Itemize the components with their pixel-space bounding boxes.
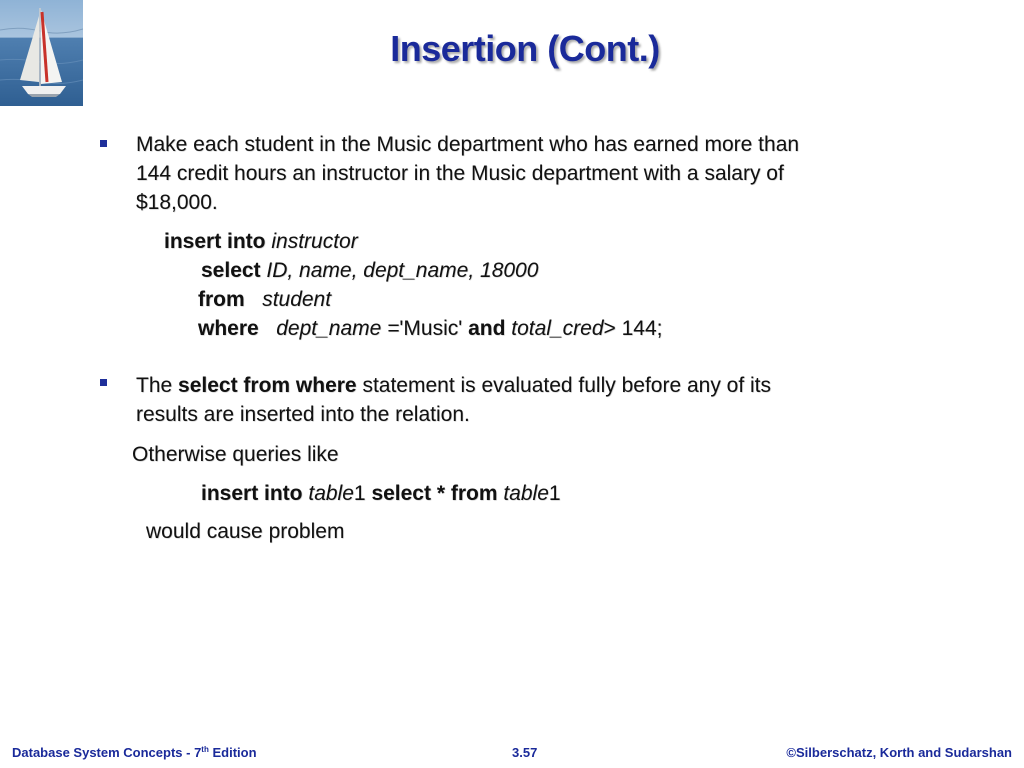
keyword-from: from xyxy=(198,288,245,311)
relation-instructor: instructor xyxy=(271,230,358,253)
attr-dept-name: dept_name = xyxy=(276,317,400,340)
bullet-1-text: Make each student in the Music departmen… xyxy=(136,130,936,217)
relation-student: student xyxy=(262,288,332,311)
select-attributes: ID, name, dept_name, 18000 xyxy=(266,259,539,282)
code-line-from: from student xyxy=(198,285,331,314)
bullet-2-line-1: The select from where statement is evalu… xyxy=(136,371,771,400)
table-name-1: table xyxy=(308,482,354,505)
bullet-2-line-2: results are inserted into the relation. xyxy=(136,403,470,426)
value-music: 'Music' xyxy=(399,317,463,340)
bullet-marker-2 xyxy=(100,379,107,386)
bullet-2-bold: select from where xyxy=(178,374,357,397)
table-number-2: 1 xyxy=(548,482,561,505)
keyword-and: and xyxy=(468,317,506,340)
footer-left-post: Edition xyxy=(208,745,257,760)
table-name-2: table xyxy=(503,482,549,505)
code-line-select: select ID, name, dept_name, 18000 xyxy=(201,256,538,285)
footer-left-pre: Database System Concepts - 7 xyxy=(12,745,202,760)
keyword-select: select xyxy=(201,259,261,282)
table-number-1: 1 xyxy=(353,482,366,505)
consequence-text: would cause problem xyxy=(146,520,345,543)
code-line-where: where dept_name ='Music' and total_cred>… xyxy=(198,314,663,343)
condition-rest: > 144; xyxy=(603,317,663,340)
bullet-1-line-2: 144 credit hours an instructor in the Mu… xyxy=(136,162,784,185)
slide-title: Insertion (Cont.) xyxy=(390,28,660,69)
otherwise-text: Otherwise queries like xyxy=(132,443,339,466)
keyword-select-from: select * from xyxy=(371,482,498,505)
footer-page-number: 3.57 xyxy=(512,745,538,760)
footer-book-title: Database System Concepts - 7th Edition xyxy=(12,745,257,760)
bullet-1-line-3: $18,000. xyxy=(136,191,218,214)
bullet-2-pre: The xyxy=(136,374,173,397)
bullet-1-line-1: Make each student in the Music departmen… xyxy=(136,133,800,156)
keyword-where: where xyxy=(198,317,259,340)
keyword-insert-into-2: insert into xyxy=(201,482,303,505)
keyword-insert-into: insert into xyxy=(164,230,266,253)
code-line-example: insert into table1 select * from table1 xyxy=(201,479,561,508)
bullet-marker-1 xyxy=(100,140,107,147)
bullet-2-post: statement is evaluated fully before any … xyxy=(362,374,772,397)
footer-copyright: ©Silberschatz, Korth and Sudarshan xyxy=(786,745,1012,760)
code-line-insert-into: insert into instructor xyxy=(164,227,358,256)
attr-total-cred: total_cred xyxy=(511,317,604,340)
footer-left-sup: th xyxy=(201,745,209,754)
